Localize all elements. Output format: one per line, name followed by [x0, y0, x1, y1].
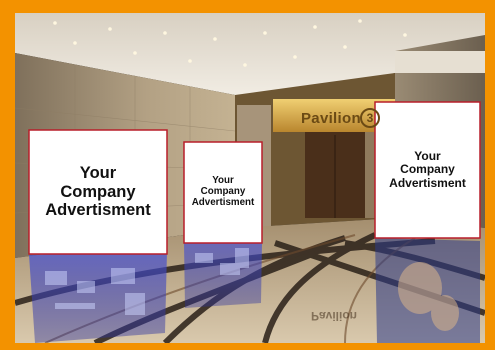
pavilion-sign: Pavilion	[301, 110, 361, 127]
orange-frame: Pavilion 3 Pavilion Your Company Adverti…	[0, 0, 495, 350]
billboard-left-text: Your Company Advertisment	[45, 164, 151, 220]
reflection-left	[29, 251, 167, 343]
billboard-right-text: Your Company Advertisment	[389, 148, 466, 190]
exhibition-hall-scene: Pavilion 3 Pavilion Your Company Adverti…	[15, 13, 485, 343]
pavilion-sign-reflection: Pavilion	[311, 309, 358, 323]
billboard-center-text: Your Company Advertisment	[191, 175, 255, 208]
